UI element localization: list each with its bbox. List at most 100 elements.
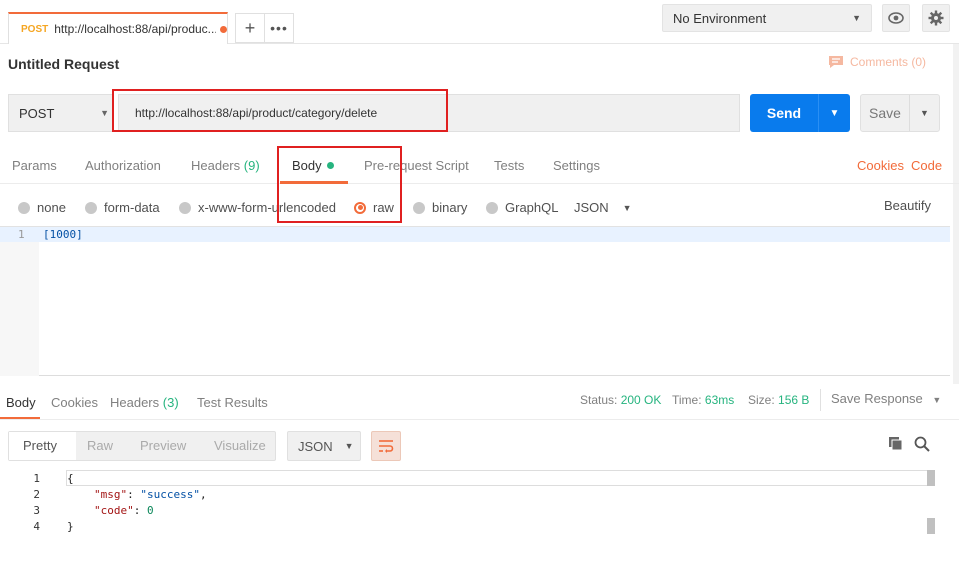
request-tab-method: POST [21,23,49,35]
send-dropdown-icon[interactable]: ▼ [819,108,850,119]
body-format-label: JSON [574,200,609,215]
response-line-number: 4 [33,520,40,533]
method-label: POST [19,105,55,121]
json-open-brace: { [67,472,74,485]
radio-none-label: none [37,200,66,215]
send-button[interactable]: Send ▼ [750,94,850,132]
plus-icon: + [244,18,256,38]
unsaved-dot-icon [220,25,227,33]
chevron-down-icon: ▼ [100,108,109,118]
editor-active-line [0,227,950,242]
response-tab-body[interactable]: Body [6,395,36,410]
radio-graphql-label: GraphQL [505,200,559,215]
save-response-label: Save Response [831,391,923,406]
response-size: Size: 156 B [748,393,809,407]
response-format-select[interactable]: JSON ▼ [287,431,361,461]
response-scrollbar-thumb[interactable] [927,470,935,486]
tab-authorization[interactable]: Authorization [85,158,161,173]
request-title[interactable]: Untitled Request [8,56,119,72]
view-pretty[interactable]: Pretty [23,438,57,453]
response-tab-headers[interactable]: Headers (3) [110,395,179,410]
eye-icon [888,12,904,24]
request-tab-title: http://localhost:88/api/produc... [54,22,217,36]
response-body-editor[interactable] [0,470,938,580]
wrap-lines-button[interactable] [371,431,401,461]
comments-label: Comments (0) [850,55,927,69]
response-headers-count-badge: (3) [162,395,179,410]
chevron-down-icon: ▼ [932,395,942,405]
json-key: "code" [94,504,134,517]
settings-button[interactable] [922,4,950,32]
tab-tests[interactable]: Tests [494,158,524,173]
response-active-underline [0,417,40,419]
tab-settings[interactable]: Settings [553,158,600,173]
page-scrollbar[interactable] [953,44,959,384]
body-raw-highlight-box [277,146,402,223]
chevron-down-icon: ▼ [344,441,354,451]
status-value: 200 OK [620,393,662,407]
radio-graphql[interactable]: GraphQL [486,200,558,215]
tab-headers[interactable]: Headers (9) [191,158,260,173]
time-label: Time: [672,393,702,407]
code-link[interactable]: Code [911,158,942,173]
body-format-select[interactable]: JSON ▼ [574,200,632,215]
save-button[interactable]: Save ▼ [860,94,940,132]
copy-button[interactable] [888,436,904,455]
time-value: 63ms [704,393,735,407]
radio-circle-icon [413,201,425,214]
view-visualize[interactable]: Visualize [214,438,266,453]
radio-none[interactable]: none [18,200,66,215]
json-line-msg: "msg": "success", [94,488,207,501]
radio-circle-icon [486,201,498,214]
response-active-line [66,470,928,486]
request-body-editor[interactable] [0,226,950,376]
request-body-line[interactable]: [1000] [43,228,83,241]
new-tab-button[interactable]: + [235,13,265,43]
radio-circle-icon [179,201,191,214]
beautify-link[interactable]: Beautify [884,198,931,213]
radio-binary[interactable]: binary [413,200,467,215]
headers-count-badge: (9) [243,158,260,173]
request-tab[interactable]: POST http://localhost:88/api/produc... [8,12,228,44]
save-response-button[interactable]: Save Response ▼ [831,391,941,406]
search-icon [914,436,930,452]
response-line-number: 3 [33,504,40,517]
response-tab-cookies[interactable]: Cookies [51,395,98,410]
gear-icon [928,10,944,26]
url-highlight-box [112,89,448,132]
comment-icon [829,56,843,68]
radio-form-data[interactable]: form-data [85,200,160,215]
view-raw[interactable]: Raw [87,438,113,453]
comments-button[interactable]: Comments (0) [828,55,926,69]
response-time: Time: 63ms [672,393,734,407]
response-tab-headers-label: Headers [110,395,160,410]
line-number: 1 [18,228,25,241]
save-label: Save [869,105,901,121]
chevron-down-icon: ▼ [852,13,861,23]
editor-gutter [0,227,39,376]
json-number-value: 0 [147,504,154,517]
environment-select[interactable]: No Environment ▼ [662,4,872,32]
json-close-brace: } [67,520,74,533]
response-line-number: 1 [33,472,40,485]
cookies-link[interactable]: Cookies [857,158,904,173]
copy-icon [889,437,903,451]
response-tab-test-results[interactable]: Test Results [197,395,268,410]
tab-options-button[interactable]: ••• [264,13,294,43]
search-button[interactable] [914,436,930,455]
size-label: Size: [748,393,775,407]
tab-params[interactable]: Params [12,158,57,173]
response-line-number: 2 [33,488,40,501]
environment-quick-look-button[interactable] [882,4,910,32]
status-label: Status: [580,393,618,407]
response-scrollbar-thumb-lower[interactable] [927,518,935,534]
environment-label: No Environment [673,10,767,26]
method-select[interactable]: POST ▼ [8,94,114,132]
response-status: Status: 200 OK [580,393,661,407]
send-label: Send [766,105,802,121]
more-dots-icon: ••• [270,20,288,36]
radio-circle-icon [85,201,97,214]
radio-binary-label: binary [432,200,468,215]
save-dropdown-icon[interactable]: ▼ [910,108,939,118]
view-preview[interactable]: Preview [140,438,186,453]
